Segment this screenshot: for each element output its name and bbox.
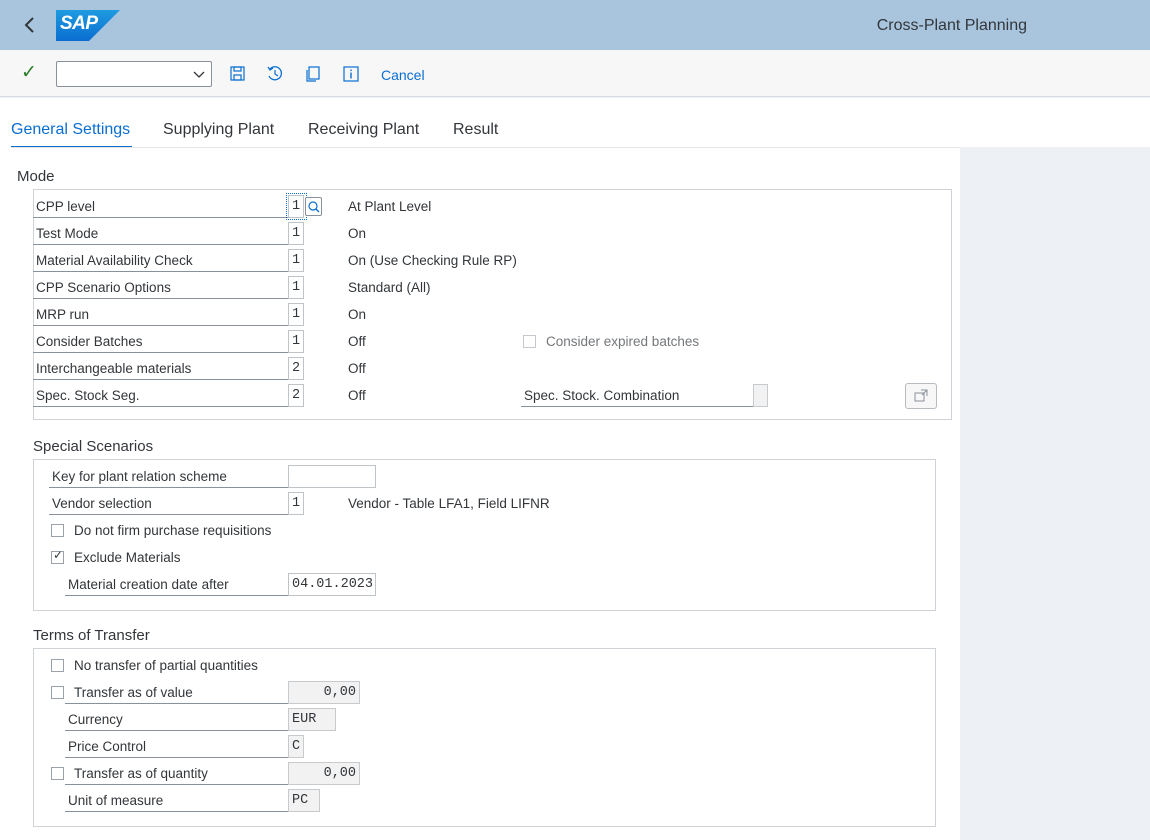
terms-title: Terms of Transfer bbox=[33, 627, 150, 644]
price-control-input[interactable]: C bbox=[288, 735, 304, 758]
plant-relation-input[interactable] bbox=[288, 465, 376, 488]
terms-group bbox=[33, 648, 936, 827]
availability-check-label: Material Availability Check bbox=[36, 253, 193, 268]
label-underline bbox=[33, 244, 288, 245]
info-icon[interactable] bbox=[342, 65, 360, 83]
app-title: Cross-Plant Planning bbox=[876, 17, 1027, 34]
label-underline bbox=[65, 784, 288, 785]
test-mode-desc: On bbox=[348, 226, 367, 241]
no-firm-label: Do not firm purchase requisitions bbox=[74, 523, 272, 538]
back-icon[interactable] bbox=[18, 12, 42, 38]
interchangeable-label: Interchangeable materials bbox=[36, 361, 192, 376]
checkmark-icon: ✓ bbox=[53, 548, 64, 562]
availability-check-desc: On (Use Checking Rule RP) bbox=[348, 253, 517, 268]
price-control-label: Price Control bbox=[68, 739, 147, 754]
cpp-level-label: CPP level bbox=[36, 199, 96, 214]
spec-stock-seg-input[interactable]: 2 bbox=[288, 384, 304, 407]
search-icon bbox=[308, 201, 320, 213]
label-underline bbox=[521, 406, 753, 407]
label-underline bbox=[49, 514, 288, 515]
spec-stock-combination-label: Spec. Stock. Combination bbox=[524, 388, 680, 403]
consider-batches-desc: Off bbox=[348, 334, 366, 349]
label-underline bbox=[33, 217, 288, 218]
vendor-selection-label: Vendor selection bbox=[52, 496, 152, 511]
check-icon[interactable]: ✓ bbox=[21, 63, 41, 84]
vendor-selection-desc: Vendor - Table LFA1, Field LIFNR bbox=[348, 496, 550, 511]
command-select[interactable] bbox=[56, 61, 212, 87]
spec-stock-combination-input[interactable] bbox=[753, 384, 768, 407]
scenario-options-desc: Standard (All) bbox=[348, 280, 431, 295]
plant-relation-label: Key for plant relation scheme bbox=[52, 469, 227, 484]
value-help-button[interactable] bbox=[305, 197, 322, 216]
label-underline bbox=[65, 811, 288, 812]
transfer-quantity-label: Transfer as of quantity bbox=[74, 766, 208, 781]
mrp-run-desc: On bbox=[348, 307, 367, 322]
label-underline bbox=[65, 730, 288, 731]
toolbar: ✓ Cancel bbox=[0, 50, 1150, 97]
scenario-options-input[interactable]: 1 bbox=[288, 276, 304, 299]
interchangeable-desc: Off bbox=[348, 361, 366, 376]
consider-batches-label: Consider Batches bbox=[36, 334, 143, 349]
label-underline bbox=[33, 325, 288, 326]
creation-date-label: Material creation date after bbox=[68, 577, 229, 592]
tab-bar: General Settings Supplying Plant Receivi… bbox=[0, 98, 1150, 148]
label-underline bbox=[33, 298, 288, 299]
currency-input[interactable]: EUR bbox=[288, 708, 336, 731]
no-partial-label: No transfer of partial quantities bbox=[74, 658, 258, 673]
spec-stock-seg-label: Spec. Stock Seg. bbox=[36, 388, 140, 403]
exclude-materials-checkbox[interactable]: ✓ bbox=[51, 548, 64, 564]
history-icon[interactable] bbox=[266, 65, 284, 83]
no-partial-checkbox[interactable] bbox=[51, 659, 64, 672]
cpp-level-desc: At Plant Level bbox=[348, 199, 432, 214]
spec-stock-seg-desc: Off bbox=[348, 388, 366, 403]
transfer-value-checkbox[interactable] bbox=[51, 686, 64, 699]
tab-result[interactable]: Result bbox=[453, 121, 498, 139]
label-underline bbox=[33, 379, 288, 380]
scenario-options-label: CPP Scenario Options bbox=[36, 280, 171, 295]
transfer-value-label: Transfer as of value bbox=[74, 685, 193, 700]
tab-supplying-plant[interactable]: Supplying Plant bbox=[163, 121, 274, 139]
uom-input[interactable]: PC bbox=[288, 789, 320, 812]
details-button[interactable] bbox=[905, 383, 937, 409]
label-underline bbox=[33, 406, 288, 407]
transfer-quantity-input[interactable]: 0,00 bbox=[288, 762, 360, 785]
logo-text: SAP bbox=[60, 13, 98, 34]
shell-bar: SAP Cross-Plant Planning bbox=[0, 0, 1150, 50]
test-mode-label: Test Mode bbox=[36, 226, 99, 241]
mrp-run-label: MRP run bbox=[36, 307, 90, 322]
transfer-value-input[interactable]: 0,00 bbox=[288, 681, 360, 704]
consider-batches-input[interactable]: 1 bbox=[288, 330, 304, 353]
open-external-icon bbox=[914, 389, 928, 402]
expired-batches-checkbox[interactable] bbox=[523, 335, 536, 348]
interchangeable-input[interactable]: 2 bbox=[288, 357, 304, 380]
label-underline bbox=[49, 487, 288, 488]
label-underline bbox=[65, 595, 288, 596]
cancel-button[interactable]: Cancel bbox=[381, 67, 425, 83]
chevron-down-icon bbox=[193, 71, 205, 78]
no-firm-checkbox[interactable] bbox=[51, 524, 64, 537]
focus-frame bbox=[286, 193, 307, 220]
test-mode-input[interactable]: 1 bbox=[288, 222, 304, 245]
creation-date-input[interactable]: 04.01.2023 bbox=[288, 573, 376, 596]
availability-check-input[interactable]: 1 bbox=[288, 249, 304, 272]
right-empty-area bbox=[960, 147, 1150, 840]
mode-title: Mode bbox=[17, 168, 55, 185]
label-underline bbox=[33, 352, 288, 353]
label-underline bbox=[65, 757, 288, 758]
save-icon[interactable] bbox=[229, 65, 247, 83]
copy-icon[interactable] bbox=[304, 65, 322, 83]
label-underline bbox=[65, 703, 288, 704]
vendor-selection-input[interactable]: 1 bbox=[288, 492, 304, 515]
label-underline bbox=[33, 271, 288, 272]
tab-general-settings[interactable]: General Settings bbox=[11, 121, 130, 139]
transfer-quantity-checkbox[interactable] bbox=[51, 767, 64, 780]
mode-group bbox=[33, 189, 952, 420]
expired-batches-label: Consider expired batches bbox=[546, 334, 700, 349]
tab-receiving-plant[interactable]: Receiving Plant bbox=[308, 121, 419, 139]
uom-label: Unit of measure bbox=[68, 793, 164, 808]
mrp-run-input[interactable]: 1 bbox=[288, 303, 304, 326]
currency-label: Currency bbox=[68, 712, 123, 727]
exclude-materials-label: Exclude Materials bbox=[74, 550, 181, 565]
special-scenarios-title: Special Scenarios bbox=[33, 438, 154, 455]
